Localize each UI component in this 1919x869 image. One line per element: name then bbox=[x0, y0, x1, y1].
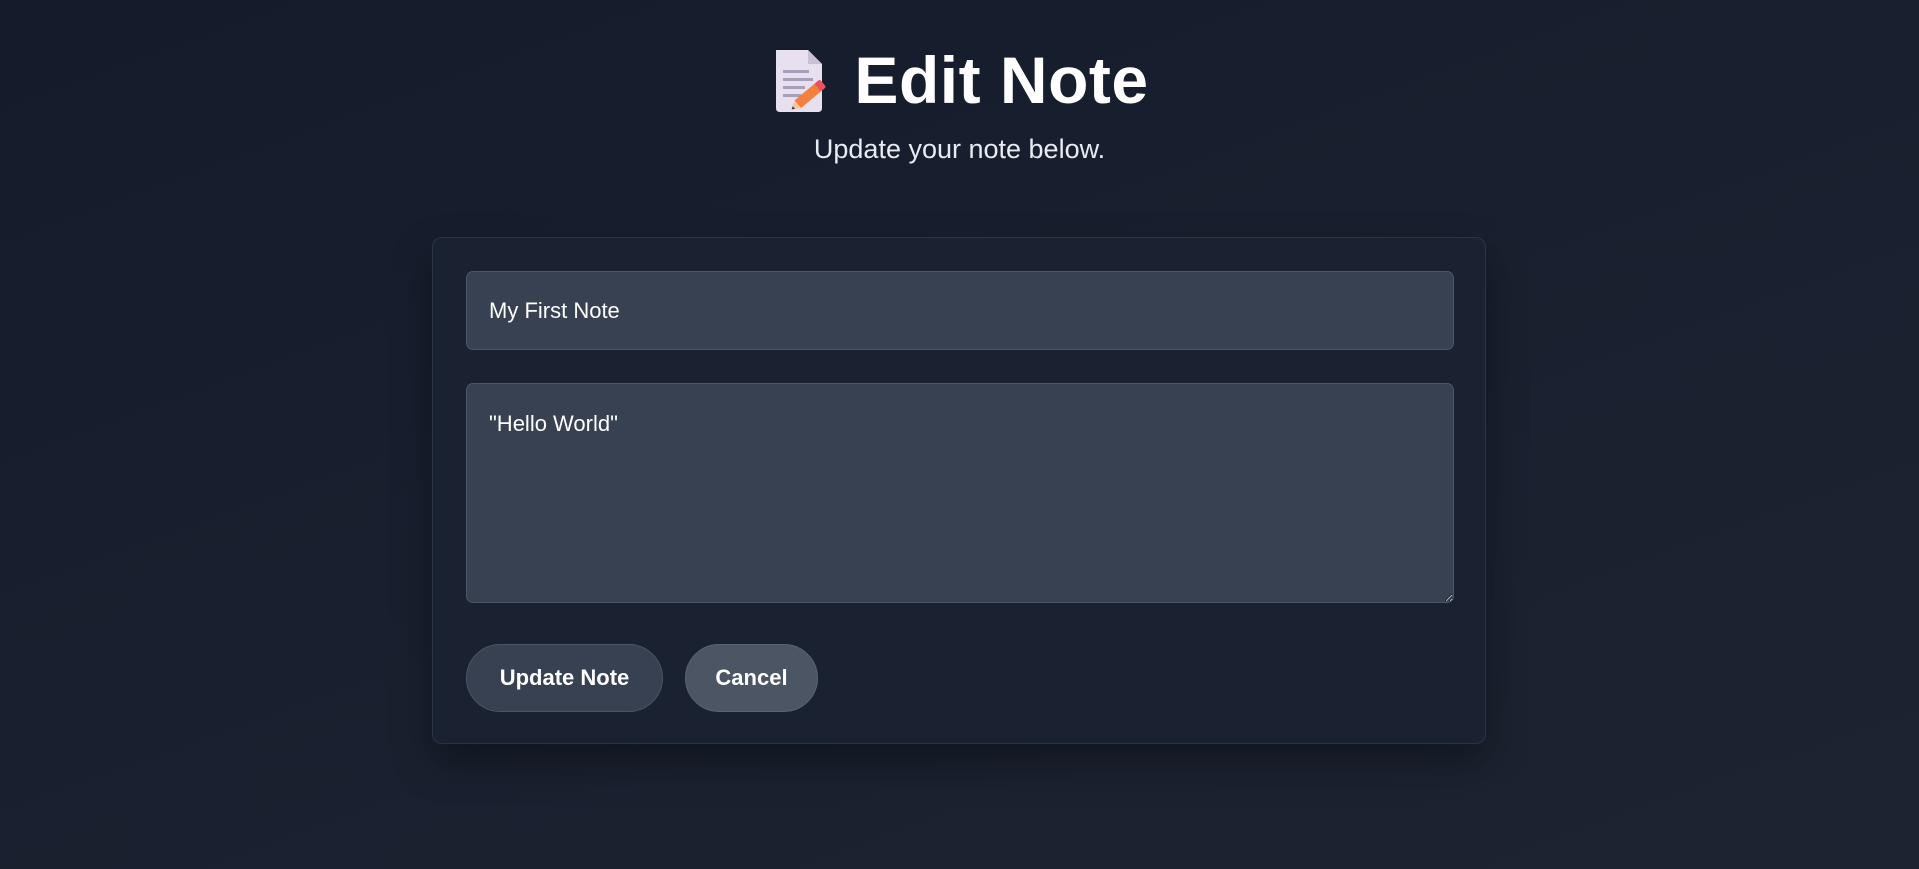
page-subtitle: Update your note below. bbox=[813, 134, 1106, 164]
note-content-textarea[interactable]: "Hello World" bbox=[466, 383, 1454, 603]
title-row: Edit Note bbox=[0, 40, 1919, 120]
edit-note-card: "Hello World" Update Note Cancel bbox=[432, 237, 1486, 744]
memo-icon bbox=[770, 46, 828, 114]
cancel-button[interactable]: Cancel bbox=[685, 644, 818, 712]
note-title-input[interactable] bbox=[466, 271, 1454, 350]
page-title: Edit Note bbox=[854, 43, 1149, 117]
update-note-button[interactable]: Update Note bbox=[466, 644, 663, 712]
